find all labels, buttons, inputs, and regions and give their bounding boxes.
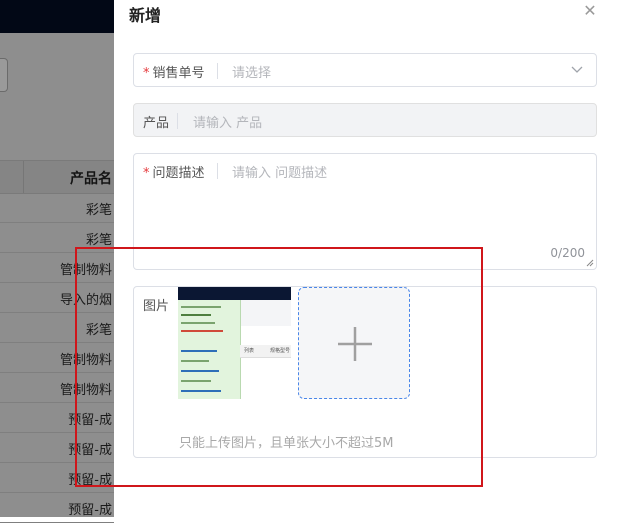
background-table-row: 彩笔: [0, 193, 114, 223]
background-table-row: 管制物料: [0, 373, 114, 403]
background-table-row: 导入的烟: [0, 283, 114, 313]
required-mark: *: [143, 66, 150, 81]
close-icon[interactable]: ✕: [582, 3, 598, 19]
upload-hint: 只能上传图片，且单张大小不超过5M: [179, 436, 394, 451]
plus-icon: [338, 327, 372, 361]
drawer-title: 新增: [129, 6, 162, 25]
problem-description-textarea[interactable]: * 问题描述 请输入 问题描述 0/200: [133, 153, 597, 270]
required-mark: *: [143, 166, 150, 181]
background-search-box: [0, 58, 8, 92]
product-placeholder: 请输入 产品: [193, 116, 263, 131]
sales-order-placeholder: 请选择: [232, 66, 272, 81]
sales-order-label: * 销售单号: [143, 66, 205, 81]
background-table-row: 彩笔: [0, 313, 114, 343]
chevron-down-icon[interactable]: [570, 62, 584, 76]
background-table-row: 预留-成: [0, 403, 114, 433]
background-column-header: 产品名: [70, 171, 112, 187]
background-table-row: 管制物料: [0, 253, 114, 283]
add-image-button[interactable]: [298, 287, 410, 399]
product-label: 产品: [143, 116, 170, 131]
background-table-row: 预留-成: [0, 463, 114, 493]
background-table-row: 预留-成: [0, 493, 114, 523]
resize-handle-icon[interactable]: [586, 259, 594, 267]
uploaded-image-thumbnail[interactable]: 列表 规格型号: [178, 287, 291, 399]
image-upload-field: 图片 列表 规格型号 只能上传图片，且单张大小不超过5M: [133, 286, 597, 458]
sales-order-select[interactable]: * 销售单号 请选择: [133, 53, 597, 87]
image-label: 图片: [143, 299, 170, 314]
background-table-row: 管制物料: [0, 343, 114, 373]
add-drawer: 新增 ✕ * 销售单号 请选择 产品 请输入 产品 * 问题描述 请输入 问题描述 …: [114, 0, 619, 517]
problem-description-label: * 问题描述: [143, 166, 205, 181]
background-table-row: 预留-成: [0, 433, 114, 463]
background-table-row: 彩笔: [0, 223, 114, 253]
background-table-header: 产品名: [0, 160, 114, 194]
product-input: 产品 请输入 产品: [133, 103, 597, 137]
character-counter: 0/200: [550, 246, 585, 260]
problem-description-placeholder: 请输入 问题描述: [232, 166, 328, 181]
